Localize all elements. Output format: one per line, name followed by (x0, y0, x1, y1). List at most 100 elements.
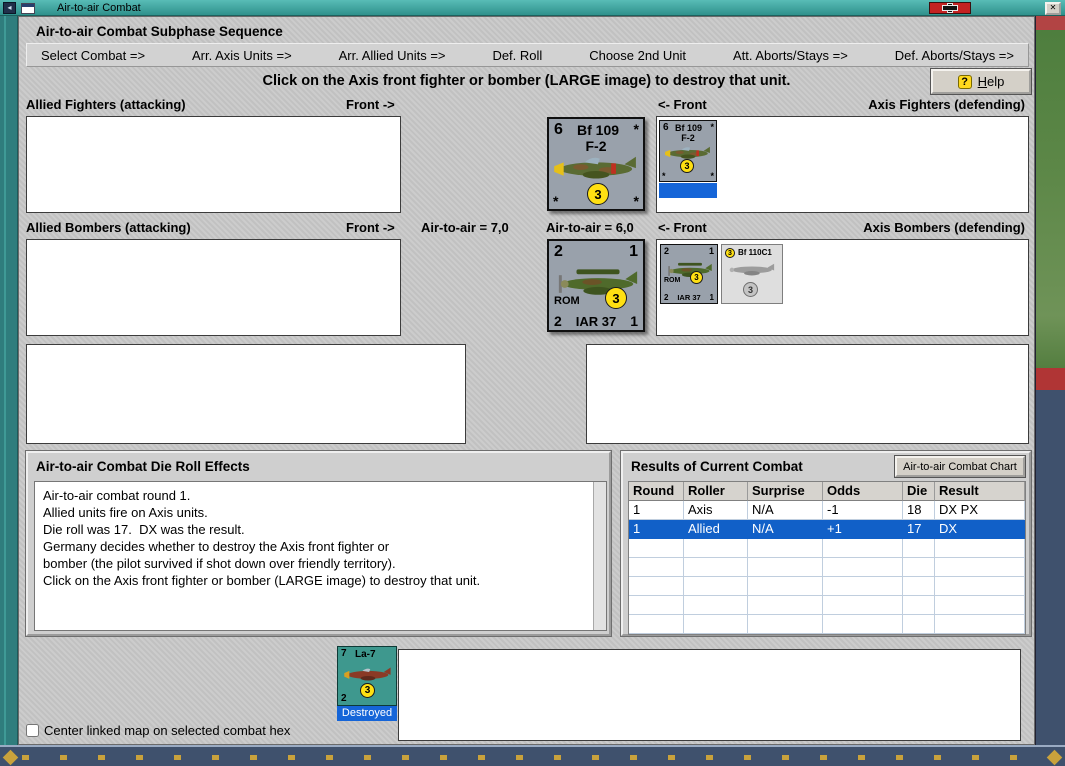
results-panel: Results of Current Combat Air-to-air Com… (621, 451, 1031, 636)
frame-left-border (0, 16, 18, 745)
phase-def-aborts-stays[interactable]: Def. Aborts/Stays => (895, 48, 1014, 63)
la7-destroyed-counter[interactable]: 7 La-7 3 2 (337, 646, 397, 706)
asterisk: * (553, 193, 559, 209)
cell-result: DX (935, 520, 1025, 539)
results-table: Round Roller Surprise Odds Die Result 1 … (628, 481, 1026, 635)
phase-arr-axis-units[interactable]: Arr. Axis Units => (192, 48, 292, 63)
subphase-sequence-title: Air-to-air Combat Subphase Sequence (36, 24, 283, 39)
phase-def-roll[interactable]: Def. Roll (492, 48, 542, 63)
col-die: Die (903, 482, 935, 501)
asterisk: * (710, 122, 714, 132)
nationality-label: ROM (554, 295, 580, 307)
die-line: Allied units fire on Axis units. (43, 505, 208, 520)
strength-badge: 3 (587, 183, 609, 205)
axis-reserve-box (586, 344, 1029, 444)
close-button[interactable]: ✕ (1045, 2, 1061, 15)
subphase-sequence-bar: Select Combat => Arr. Axis Units => Arr.… (26, 43, 1029, 67)
flag-cross-horizontal (943, 6, 957, 10)
allied-reserve-box (26, 344, 466, 444)
bf110-plane-icon (729, 263, 775, 276)
cell-die: 17 (903, 520, 935, 539)
col-round: Round (629, 482, 684, 501)
help-icon: ? (957, 74, 972, 89)
cell-result: DX PX (935, 501, 1025, 520)
axis-bomber-small-counter[interactable]: 2 1 ROM 3 2 IAR 37 1 (660, 244, 718, 304)
strength-badge: 3 (605, 287, 627, 309)
instruction-text: Click on the Axis front fighter or bombe… (262, 73, 791, 89)
app-screen: ◂ Air-to-air Combat ✕ Air-to-air Combat … (0, 0, 1065, 766)
results-header-row: Round Roller Surprise Odds Die Result (629, 482, 1025, 501)
col-roller: Roller (684, 482, 748, 501)
allied-fighters-label: Allied Fighters (attacking) (26, 97, 186, 112)
axis-fighters-label: Axis Fighters (defending) (868, 97, 1025, 112)
results-empty-row (629, 539, 1025, 558)
allied-air-rating: Air-to-air = 7,0 (421, 220, 509, 235)
vertical-scrollbar[interactable] (593, 482, 606, 630)
unit-name: Bf 109 (675, 123, 703, 133)
system-menu-icon[interactable]: ◂ (3, 2, 16, 14)
attack-value: 2 (664, 246, 670, 256)
cell-roller: Axis (684, 501, 748, 520)
asterisk: * (710, 171, 714, 181)
selection-highlight (659, 183, 717, 198)
bottom-right-value: 1 (709, 293, 714, 302)
phase-arr-allied-units[interactable]: Arr. Allied Units => (339, 48, 446, 63)
window-title: Air-to-air Combat (57, 2, 141, 14)
defense-value: 1 (629, 243, 638, 260)
phase-att-aborts-stays[interactable]: Att. Aborts/Stays => (733, 48, 848, 63)
unit-move-value: 6 (663, 122, 669, 133)
allied-fighters-box (26, 116, 401, 213)
strength-badge: 3 (690, 271, 703, 284)
cell-die: 18 (903, 501, 935, 520)
unit-move-value: 6 (554, 121, 563, 138)
center-map-checkbox[interactable] (26, 724, 39, 737)
combat-chart-button-label: Air-to-air Combat Chart (903, 460, 1017, 473)
front-right-label-2: Front -> (346, 220, 395, 235)
front-right-label: Front -> (346, 97, 395, 112)
die-line: Die roll was 17. DX was the result. (43, 522, 245, 537)
asterisk: * (633, 121, 639, 137)
aborted-strength-badge: 3 (743, 282, 758, 297)
unit-name: Bf 109 (577, 122, 620, 138)
strength-badge: 3 (680, 159, 694, 173)
asterisk: * (633, 193, 639, 209)
unit-move-value: 7 (341, 648, 347, 659)
asterisk: * (662, 171, 666, 181)
die-roll-effects-text: Air-to-air combat round 1. Allied units … (34, 481, 607, 631)
gold-diamond-right (1046, 749, 1063, 766)
results-panel-title: Results of Current Combat (631, 459, 803, 474)
col-result: Result (935, 482, 1025, 501)
axis-front-bomber-large[interactable]: 2 1 ROM 3 2 IAR 37 1 (547, 239, 645, 332)
die-roll-panel-title: Air-to-air Combat Die Roll Effects (36, 459, 250, 474)
air-combat-dialog: Air-to-air Combat Subphase Sequence Sele… (18, 16, 1035, 745)
axis-front-fighter-large[interactable]: 6 Bf 109 F-2 * 3 * * (547, 117, 645, 211)
gold-diamond-left (2, 749, 19, 766)
axis-bombers-label: Axis Bombers (defending) (863, 220, 1025, 235)
center-map-checkbox-label: Center linked map on selected combat hex (44, 723, 291, 738)
axis-air-rating: Air-to-air = 6,0 (546, 220, 634, 235)
phase-choose-2nd-unit[interactable]: Choose 2nd Unit (589, 48, 686, 63)
results-empty-row (629, 596, 1025, 615)
axis-fighters-box: 6 Bf 109 F-2 * 3 * * (656, 116, 1029, 213)
unit-variant: F-2 (681, 133, 695, 143)
window-titlebar: ◂ Air-to-air Combat ✕ (0, 0, 1065, 16)
results-row-2-selected[interactable]: 1 Allied N/A +1 17 DX (629, 520, 1025, 539)
results-empty-row (629, 577, 1025, 596)
results-row-1[interactable]: 1 Axis N/A -1 18 DX PX (629, 501, 1025, 520)
cell-round: 1 (629, 501, 684, 520)
die-line: bomber (the pilot survived if shot down … (43, 556, 396, 571)
cell-round: 1 (629, 520, 684, 539)
allied-bombers-box (26, 239, 401, 336)
destroyed-units-box (398, 649, 1021, 741)
die-line: Air-to-air combat round 1. (43, 488, 191, 503)
combat-chart-button[interactable]: Air-to-air Combat Chart (895, 456, 1025, 477)
cell-odds: +1 (823, 520, 903, 539)
bf110-aborted-counter[interactable]: 3 Bf 110C1 3 (721, 244, 783, 304)
unit-type: IAR 37 (575, 314, 617, 329)
col-odds: Odds (823, 482, 903, 501)
axis-fighter-small-counter[interactable]: 6 Bf 109 F-2 * 3 * * (659, 120, 717, 182)
help-button[interactable]: ? Help (931, 69, 1031, 94)
window-icon (21, 3, 35, 14)
phase-select-combat[interactable]: Select Combat => (41, 48, 145, 63)
cell-surprise: N/A (748, 501, 823, 520)
